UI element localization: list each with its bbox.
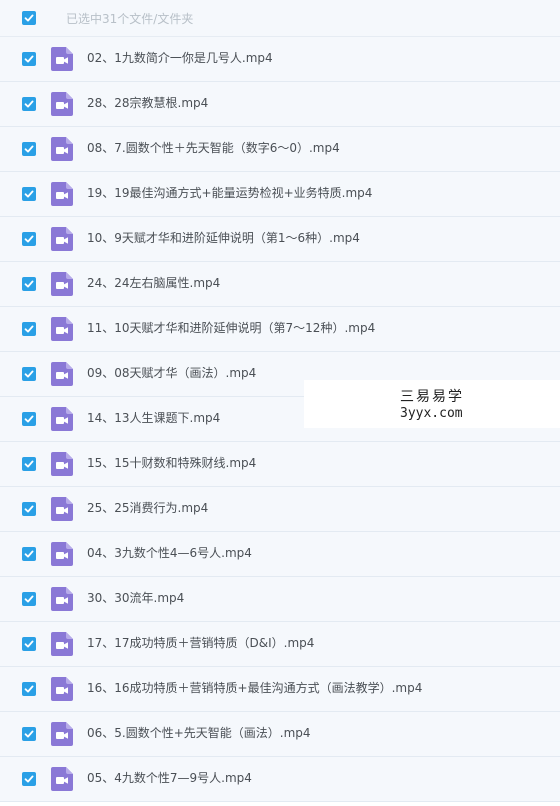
video-file-icon <box>51 452 73 476</box>
check-icon <box>24 505 34 513</box>
list-item[interactable]: 16、16成功特质＋营销特质+最佳沟通方式（画法教学）.mp4 <box>0 667 560 712</box>
list-item[interactable]: 06、5.圆数个性+先天智能（画法）.mp4 <box>0 712 560 757</box>
file-name[interactable]: 04、3九数个性4—6号人.mp4 <box>87 544 252 561</box>
video-file-icon <box>51 137 73 161</box>
list-item[interactable]: 02、1九数简介一你是几号人.mp4 <box>0 37 560 82</box>
file-checkbox[interactable] <box>22 547 36 561</box>
check-icon <box>24 190 34 198</box>
list-item[interactable]: 28、28宗教慧根.mp4 <box>0 82 560 127</box>
file-checkbox[interactable] <box>22 727 36 741</box>
video-file-icon <box>51 542 73 566</box>
file-checkbox[interactable] <box>22 412 36 426</box>
file-name[interactable]: 24、24左右脑属性.mp4 <box>87 274 220 291</box>
file-name[interactable]: 16、16成功特质＋营销特质+最佳沟通方式（画法教学）.mp4 <box>87 679 422 696</box>
watermark-title: 三易易学 <box>400 389 464 405</box>
check-icon <box>24 235 34 243</box>
video-file-icon <box>51 722 73 746</box>
check-icon <box>24 460 34 468</box>
file-checkbox[interactable] <box>22 682 36 696</box>
list-item[interactable]: 24、24左右脑属性.mp4 <box>0 262 560 307</box>
list-item[interactable]: 30、30流年.mp4 <box>0 577 560 622</box>
video-file-icon <box>51 632 73 656</box>
selection-count-label: 已选中31个文件/文件夹 <box>66 12 194 26</box>
check-icon <box>24 775 34 783</box>
check-icon <box>24 550 34 558</box>
video-file-icon <box>51 587 73 611</box>
file-name[interactable]: 11、10天赋才华和进阶延伸说明（第7～12种）.mp4 <box>87 319 375 336</box>
file-name[interactable]: 15、15十财数和特殊财线.mp4 <box>87 454 256 471</box>
file-checkbox[interactable] <box>22 637 36 651</box>
file-name[interactable]: 10、9天赋才华和进阶延伸说明（第1～6种）.mp4 <box>87 229 360 246</box>
list-item[interactable]: 11、10天赋才华和进阶延伸说明（第7～12种）.mp4 <box>0 307 560 352</box>
video-file-icon <box>51 227 73 251</box>
video-file-icon <box>51 272 73 296</box>
check-icon <box>24 730 34 738</box>
check-icon <box>24 595 34 603</box>
file-checkbox[interactable] <box>22 502 36 516</box>
video-file-icon <box>51 47 73 71</box>
check-icon <box>24 415 34 423</box>
video-file-icon <box>51 677 73 701</box>
video-file-icon <box>51 182 73 206</box>
video-file-icon <box>51 362 73 386</box>
file-name[interactable]: 17、17成功特质＋营销特质（D&I）.mp4 <box>87 634 314 651</box>
video-file-icon <box>51 497 73 521</box>
check-icon <box>24 280 34 288</box>
file-checkbox[interactable] <box>22 52 36 66</box>
list-item[interactable]: 05、4九数个性7—9号人.mp4 <box>0 757 560 802</box>
selection-header: 已选中31个文件/文件夹 <box>0 0 560 37</box>
file-name[interactable]: 05、4九数个性7—9号人.mp4 <box>87 769 252 786</box>
video-file-icon <box>51 92 73 116</box>
select-all-checkbox[interactable] <box>22 11 36 25</box>
check-icon <box>24 55 34 63</box>
list-item[interactable]: 10、9天赋才华和进阶延伸说明（第1～6种）.mp4 <box>0 217 560 262</box>
video-file-icon <box>51 767 73 791</box>
check-icon <box>24 685 34 693</box>
file-checkbox[interactable] <box>22 592 36 606</box>
watermark: 三易易学 3yyx.com <box>304 380 560 428</box>
file-checkbox[interactable] <box>22 232 36 246</box>
file-name[interactable]: 08、7.圆数个性＋先天智能（数字6～0）.mp4 <box>87 139 340 156</box>
watermark-url: 3yyx.com <box>400 406 463 421</box>
check-icon <box>24 325 34 333</box>
list-item[interactable]: 15、15十财数和特殊财线.mp4 <box>0 442 560 487</box>
file-checkbox[interactable] <box>22 367 36 381</box>
check-icon <box>24 640 34 648</box>
list-item[interactable]: 08、7.圆数个性＋先天智能（数字6～0）.mp4 <box>0 127 560 172</box>
check-icon <box>24 145 34 153</box>
list-item[interactable]: 04、3九数个性4—6号人.mp4 <box>0 532 560 577</box>
file-name[interactable]: 19、19最佳沟通方式+能量运势检视+业务特质.mp4 <box>87 184 372 201</box>
file-name[interactable]: 06、5.圆数个性+先天智能（画法）.mp4 <box>87 724 311 741</box>
file-checkbox[interactable] <box>22 457 36 471</box>
file-checkbox[interactable] <box>22 322 36 336</box>
file-name[interactable]: 30、30流年.mp4 <box>87 589 184 606</box>
check-icon <box>24 100 34 108</box>
file-name[interactable]: 25、25消费行为.mp4 <box>87 499 208 516</box>
check-icon <box>24 14 34 22</box>
file-name[interactable]: 09、08天赋才华（画法）.mp4 <box>87 364 256 381</box>
video-file-icon <box>51 317 73 341</box>
file-name[interactable]: 14、13人生课题下.mp4 <box>87 409 220 426</box>
file-checkbox[interactable] <box>22 772 36 786</box>
list-item[interactable]: 19、19最佳沟通方式+能量运势检视+业务特质.mp4 <box>0 172 560 217</box>
file-name[interactable]: 02、1九数简介一你是几号人.mp4 <box>87 49 273 66</box>
check-icon <box>24 370 34 378</box>
file-checkbox[interactable] <box>22 187 36 201</box>
file-checkbox[interactable] <box>22 277 36 291</box>
list-item[interactable]: 17、17成功特质＋营销特质（D&I）.mp4 <box>0 622 560 667</box>
video-file-icon <box>51 407 73 431</box>
file-checkbox[interactable] <box>22 142 36 156</box>
file-checkbox[interactable] <box>22 97 36 111</box>
file-name[interactable]: 28、28宗教慧根.mp4 <box>87 94 208 111</box>
list-item[interactable]: 25、25消费行为.mp4 <box>0 487 560 532</box>
